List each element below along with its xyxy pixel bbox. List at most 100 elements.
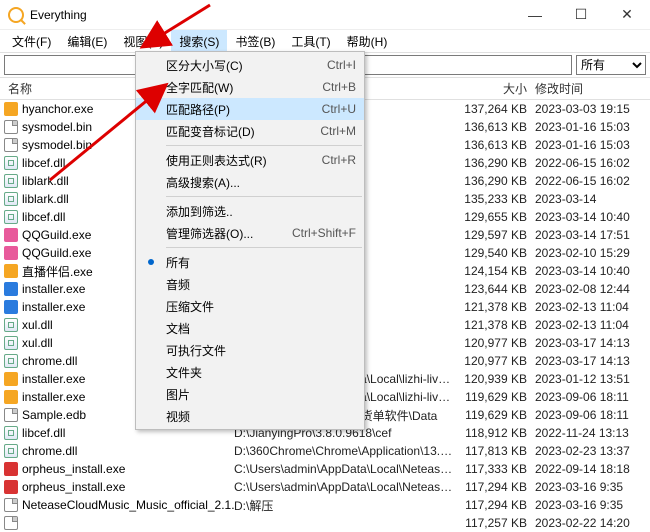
cell-date: 2023-02-13 11:04 [535,300,650,314]
menu-item[interactable]: 文档 [136,317,364,339]
file-icon [4,102,18,116]
menu-item-label: 添加到筛选.. [166,203,356,220]
menu-item-shortcut: Ctrl+B [322,80,356,94]
file-name: libcef.dll [22,156,65,170]
menu-help[interactable]: 帮助(H) [339,30,396,53]
cell-size: 121,378 KB [455,318,535,332]
menu-item[interactable]: 匹配变音标记(D)Ctrl+M [136,120,364,142]
file-icon [4,282,18,296]
file-name: installer.exe [22,372,85,386]
menu-item-label: 视频 [166,408,356,425]
table-row[interactable]: orpheus_install.exeC:\Users\admin\AppDat… [0,460,650,478]
file-name: Sample.edb [22,408,86,422]
table-row[interactable]: 117,257 KB2023-02-22 14:20 [0,514,650,532]
menu-item[interactable]: 文件夹 [136,361,364,383]
window-title: Everything [30,8,87,22]
cell-date: 2023-02-22 14:20 [535,516,650,530]
menu-item[interactable]: 全字匹配(W) Ctrl+B [136,76,364,98]
cell-size: 129,597 KB [455,228,535,242]
file-icon [4,498,18,512]
menu-item-label: 区分大小写(C) [166,57,319,74]
cell-size: 124,154 KB [455,264,535,278]
menu-item[interactable]: 可执行文件 [136,339,364,361]
maximize-button[interactable]: ☐ [558,0,604,30]
cell-name: chrome.dll [4,444,234,458]
menu-item[interactable]: 管理筛选器(O)...Ctrl+Shift+F [136,222,364,244]
menu-item[interactable]: 高级搜索(A)... [136,171,364,193]
menu-item[interactable]: 图片 [136,383,364,405]
menu-bookmarks[interactable]: 书签(B) [227,30,283,53]
menu-item[interactable]: 所有 [136,251,364,273]
menu-view[interactable]: 视图(V) [115,30,171,53]
menu-tools[interactable]: 工具(T) [283,30,338,53]
cell-name: orpheus_install.exe [4,480,234,494]
menu-item-label: 所有 [166,254,356,271]
file-name: hyanchor.exe [22,102,93,116]
minimize-button[interactable]: — [512,0,558,30]
cell-date: 2023-01-16 15:03 [535,138,650,152]
file-icon [4,516,18,530]
file-name: xul.dll [22,318,53,332]
file-icon [4,444,18,458]
file-name: installer.exe [22,390,85,404]
menu-item[interactable]: 音频 [136,273,364,295]
menu-item-label: 使用正则表达式(R) [166,152,314,169]
table-row[interactable]: NeteaseCloudMusic_Music_official_2.1...D… [0,496,650,514]
menu-item-label: 管理筛选器(O)... [166,225,284,242]
file-name: libcef.dll [22,210,65,224]
menu-item[interactable]: 压缩文件 [136,295,364,317]
col-date[interactable]: 修改时间 [535,80,650,97]
cell-path: C:\Users\admin\AppData\Local\Netease\... [234,462,455,476]
cell-date: 2023-03-17 14:13 [535,336,650,350]
cell-name: orpheus_install.exe [4,462,234,476]
menu-item[interactable]: 匹配路径(P) Ctrl+U [136,98,364,120]
menu-item-label: 图片 [166,386,356,403]
cell-date: 2023-03-16 9:35 [535,498,650,512]
cell-date: 2023-02-13 11:04 [535,318,650,332]
menu-item-label: 高级搜索(A)... [166,174,356,191]
menu-file[interactable]: 文件(F) [4,30,59,53]
cell-date: 2023-03-14 10:40 [535,264,650,278]
menu-item-label: 匹配路径(P) [166,101,314,118]
cell-size: 137,264 KB [455,102,535,116]
menu-item-shortcut: Ctrl+R [322,153,356,167]
file-icon [4,192,18,206]
menu-item[interactable]: 视频 [136,405,364,427]
menu-item[interactable]: 添加到筛选.. [136,200,364,222]
menu-item[interactable]: 区分大小写(C)Ctrl+I [136,54,364,76]
cell-date: 2022-09-14 18:18 [535,462,650,476]
file-name: liblark.dll [22,192,69,206]
table-row[interactable]: chrome.dll D:\360Chrome\Chrome\Applicatio… [0,442,650,460]
cell-date: 2023-09-06 18:11 [535,408,650,422]
cell-size: 129,655 KB [455,210,535,224]
table-row[interactable]: orpheus_install.exeC:\Users\admin\AppDat… [0,478,650,496]
close-button[interactable]: ✕ [604,0,650,30]
menu-search[interactable]: 搜索(S) [171,30,227,53]
col-size[interactable]: 大小 [455,80,535,97]
cell-date: 2023-03-17 14:13 [535,354,650,368]
file-name: installer.exe [22,300,85,314]
cell-size: 129,540 KB [455,246,535,260]
menu-item-shortcut: Ctrl+U [322,102,356,116]
menu-item-label: 全字匹配(W) [166,79,314,96]
file-name: xul.dll [22,336,53,350]
cell-name [4,516,234,530]
cell-size: 117,813 KB [455,444,535,458]
filter-select[interactable]: 所有 [576,55,646,75]
menu-item-label: 文档 [166,320,356,337]
menu-item[interactable]: 使用正则表达式(R) Ctrl+R [136,149,364,171]
file-icon [4,174,18,188]
cell-date: 2023-03-03 19:15 [535,102,650,116]
file-icon [4,426,18,440]
file-name: chrome.dll [22,444,77,458]
menu-edit[interactable]: 编辑(E) [59,30,115,53]
file-icon [4,138,18,152]
cell-path: D:\360Chrome\Chrome\Application\13.5... [234,444,455,458]
menu-separator [166,145,362,146]
file-icon [4,354,18,368]
cell-size: 123,644 KB [455,282,535,296]
cell-size: 136,290 KB [455,174,535,188]
cell-date: 2023-03-14 10:40 [535,210,650,224]
cell-size: 136,290 KB [455,156,535,170]
cell-date: 2023-01-16 15:03 [535,120,650,134]
